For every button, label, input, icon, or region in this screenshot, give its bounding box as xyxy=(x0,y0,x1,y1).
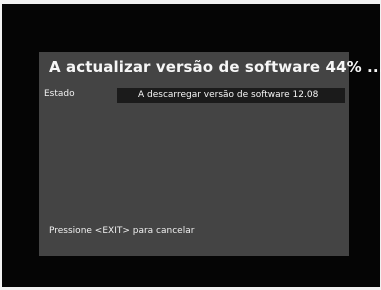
cancel-hint: Pressione <EXIT> para cancelar xyxy=(49,226,195,236)
update-title: A actualizar versão de software 44% ... xyxy=(49,58,381,76)
status-value: A descarregar versão de software 12.08 xyxy=(138,90,319,100)
tv-screen: A actualizar versão de software 44% ... … xyxy=(2,4,381,287)
software-update-dialog: A actualizar versão de software 44% ... … xyxy=(39,52,381,256)
status-value-box: A descarregar versão de software 12.08 xyxy=(117,88,345,103)
status-label: Estado xyxy=(44,89,75,99)
status-row: Estado A descarregar versão de software … xyxy=(39,88,349,104)
